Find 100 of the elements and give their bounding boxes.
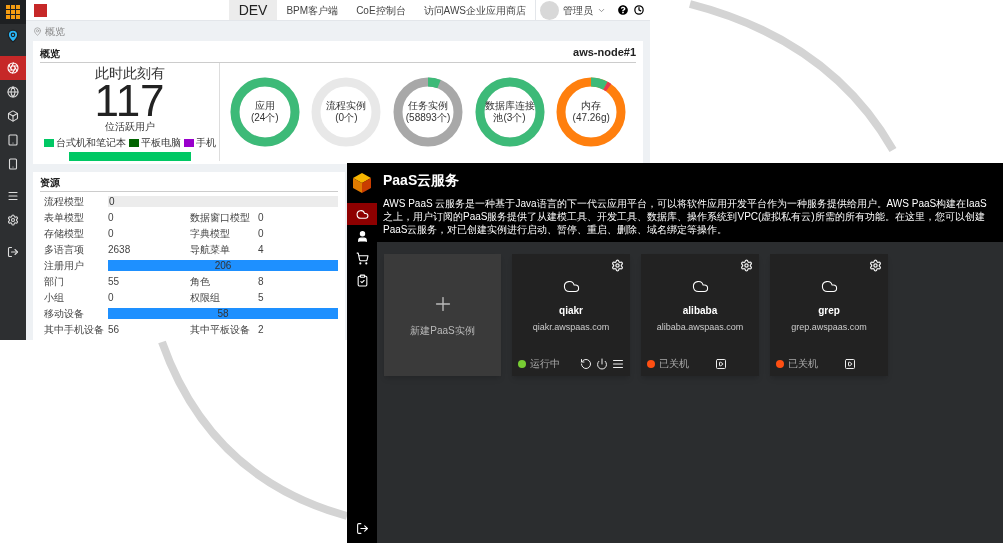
cloud-icon [355,207,369,221]
menu-icon [7,190,19,202]
resource-label: 角色 [190,275,211,289]
gauge-label: 应用 [254,99,275,112]
aperture-icon [7,62,19,74]
status-label: 运行中 [530,357,560,371]
resource-value: 2638 [108,243,132,257]
resource-value: 56 [108,323,121,337]
gauge-label: 内存 [581,99,602,112]
tablet-icon [7,134,19,146]
gauge-label: 数据库连接 [484,99,535,112]
settings-icon[interactable] [869,259,882,272]
instance-name: qiakr [558,304,584,318]
cube-logo-icon [352,172,372,194]
legend-label: 平板电脑 [140,136,181,149]
instance-domain[interactable]: alibaba.awspaas.com [647,321,753,335]
location-pin-icon [6,29,20,43]
resource-value: 58 [217,308,229,319]
nav-link[interactable]: BPM客户端 [277,2,348,18]
sidebar-item[interactable] [347,203,377,225]
breadcrumb: 概览 [45,24,65,39]
gauge-value: (24个) [250,111,279,124]
nav-link[interactable]: 访问AWS企业应用商店 [414,2,535,18]
gauge-value: (47.26g) [572,111,610,124]
resource-value: 206 [214,260,232,271]
cube-icon [7,110,19,122]
count-caption: 位活跃用户 [104,120,155,133]
resource-value: 0 [108,291,115,305]
card-title: 概览 [40,46,60,61]
gauge-value: 池(3个) [493,111,526,124]
gauge-label: 流程实例 [326,99,367,112]
cloud-icon [562,278,580,295]
resource-label: 移动设备 [43,307,85,321]
exit-icon[interactable] [355,521,369,535]
instance-domain[interactable]: grep.awspaas.com [776,321,882,335]
status-label: 已关机 [659,357,689,371]
restart-icon[interactable] [580,357,592,370]
resource-label: 小组 [43,291,65,305]
node-name: aws-node#1 [573,45,636,60]
resource-label: 权限组 [190,291,221,305]
legend-label: 台式机和笔记本 [55,136,126,149]
resource-label: 表单模型 [43,211,85,225]
resource-label: 导航菜单 [190,243,231,257]
settings-icon[interactable] [611,259,624,272]
resource-value: 4 [258,243,264,257]
resource-label: 流程模型 [43,195,85,209]
phone-icon [7,158,19,170]
power-icon[interactable] [596,357,608,370]
logo-icon [34,3,47,17]
resource-value: 0 [258,227,264,241]
cart-icon [355,251,369,265]
resource-value: 2 [258,323,264,337]
cloud-icon [691,278,709,295]
environment-tab[interactable]: DEV [228,0,278,20]
resource-value: 0 [108,227,115,241]
resource-value: 8 [258,275,264,289]
new-instance-card[interactable]: 新建PaaS实例 [384,254,501,376]
instance-domain[interactable]: qiakr.awspaas.com [518,321,624,335]
resource-value: 0 [108,211,115,225]
location-pin-icon [33,26,42,36]
resource-label: 其中平板设备 [190,323,251,337]
menu-icon[interactable] [612,357,624,370]
resource-label: 部门 [43,275,65,289]
resource-value: 55 [108,275,121,289]
play-icon[interactable] [715,357,727,370]
card-title: 资源 [40,174,338,192]
exit-icon [7,246,19,258]
resource-label: 其中手机设备 [43,323,105,337]
resource-label: 存储模型 [43,227,85,241]
globe-icon [7,86,19,98]
instance-name: alibaba [681,304,719,318]
new-instance-label: 新建PaaS实例 [410,323,475,338]
active-user-count: 117 [94,80,165,121]
help-icon[interactable] [618,5,628,15]
headline: 此时此刻有 [94,64,165,81]
instance-name: grep [817,304,841,318]
settings-icon[interactable] [740,259,753,272]
sidebar-item[interactable] [0,0,26,24]
clock-icon[interactable] [634,5,644,15]
nav-link[interactable]: CoE控制台 [347,2,415,18]
status-label: 已关机 [788,357,818,371]
gauge-label: 任务实例 [408,99,448,112]
clipboard-check-icon [355,273,369,287]
resource-label: 多语言项 [43,243,85,257]
gauge-value: (58893个) [405,111,451,124]
resource-value: 5 [258,291,264,305]
user-name[interactable]: 管理员 [563,2,593,18]
resource-label: 字典模型 [190,227,231,241]
legend-label: 手机 [195,136,216,149]
resource-value: 0 [258,211,264,225]
app-grid-icon [6,5,20,19]
resource-value: 0 [109,196,115,207]
gauge-value: (0个) [335,111,358,124]
user-icon [355,229,369,243]
cloud-icon [820,278,838,295]
settings-icon [7,214,19,226]
avatar [540,0,559,20]
window-title: PaaS云服务 [383,170,460,190]
play-icon[interactable] [844,357,856,370]
description: AWS PaaS 云服务是一种基于Java语言的下一代云应用平台，可以将软件应用开发平台作为一种服务提供给用户。AWS PaaS构建在IaaS之上，用户订阅的PaaS服务提供了从建模工具、开发工具、数据库、操作系统到VPC(虚拟私有云)所需的所有功能。在这里，您可以创建PaaS云服务，对已创建实例进行启动、暂停、重启、删除、域名绑定等操作。 [383,197,988,236]
